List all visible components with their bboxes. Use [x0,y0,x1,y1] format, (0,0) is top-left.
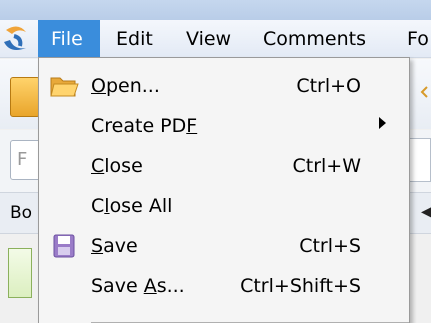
toolbar-arrow-icon[interactable] [420,83,428,98]
menu-file[interactable]: File [38,20,100,58]
app-logo-icon[interactable] [0,24,36,56]
menu-bar: File Edit View Comments Fo [0,20,431,58]
app-window: File Edit View Comments Fo F Bo ◀ Open..… [0,0,431,323]
menu-item-close[interactable]: Close Ctrl+W [39,146,409,186]
file-menu-dropdown: Open... Ctrl+O Create PDF Close Ctrl+W C… [38,57,410,323]
menu-item-open[interactable]: Open... Ctrl+O [39,66,409,106]
create-pdf-label: Create PDF [91,115,198,137]
open-shortcut: Ctrl+O [296,75,361,97]
panel-label: Bo [10,203,33,223]
open-label: Open... [91,75,160,97]
submenu-arrow-icon [379,117,386,129]
save-shortcut: Ctrl+S [299,235,361,257]
menu-item-save[interactable]: Save Ctrl+S [39,226,409,266]
menu-item-save-as[interactable]: Save As... Ctrl+Shift+S [39,266,409,306]
menu-comments[interactable]: Comments [263,20,366,58]
save-icon [49,232,79,260]
save-as-shortcut: Ctrl+Shift+S [240,275,361,297]
close-all-label: Close All [91,195,173,217]
menu-form[interactable]: Fo [407,20,429,58]
close-label: Close [91,155,143,177]
menu-item-create-pdf[interactable]: Create PDF [39,106,409,146]
menu-edit[interactable]: Edit [116,20,153,58]
save-as-label: Save As... [91,275,185,297]
title-bar [0,0,431,20]
panel-arrow-icon[interactable]: ◀ [421,204,431,220]
bookmark-thumbnail-icon[interactable] [8,248,32,298]
toolbar-folder-icon[interactable] [10,77,40,117]
close-shortcut: Ctrl+W [292,155,361,177]
menu-view[interactable]: View [186,20,231,58]
menu-item-close-all[interactable]: Close All [39,186,409,226]
save-label: Save [91,235,138,257]
page-field-text: F [17,149,28,170]
folder-icon [49,72,79,100]
